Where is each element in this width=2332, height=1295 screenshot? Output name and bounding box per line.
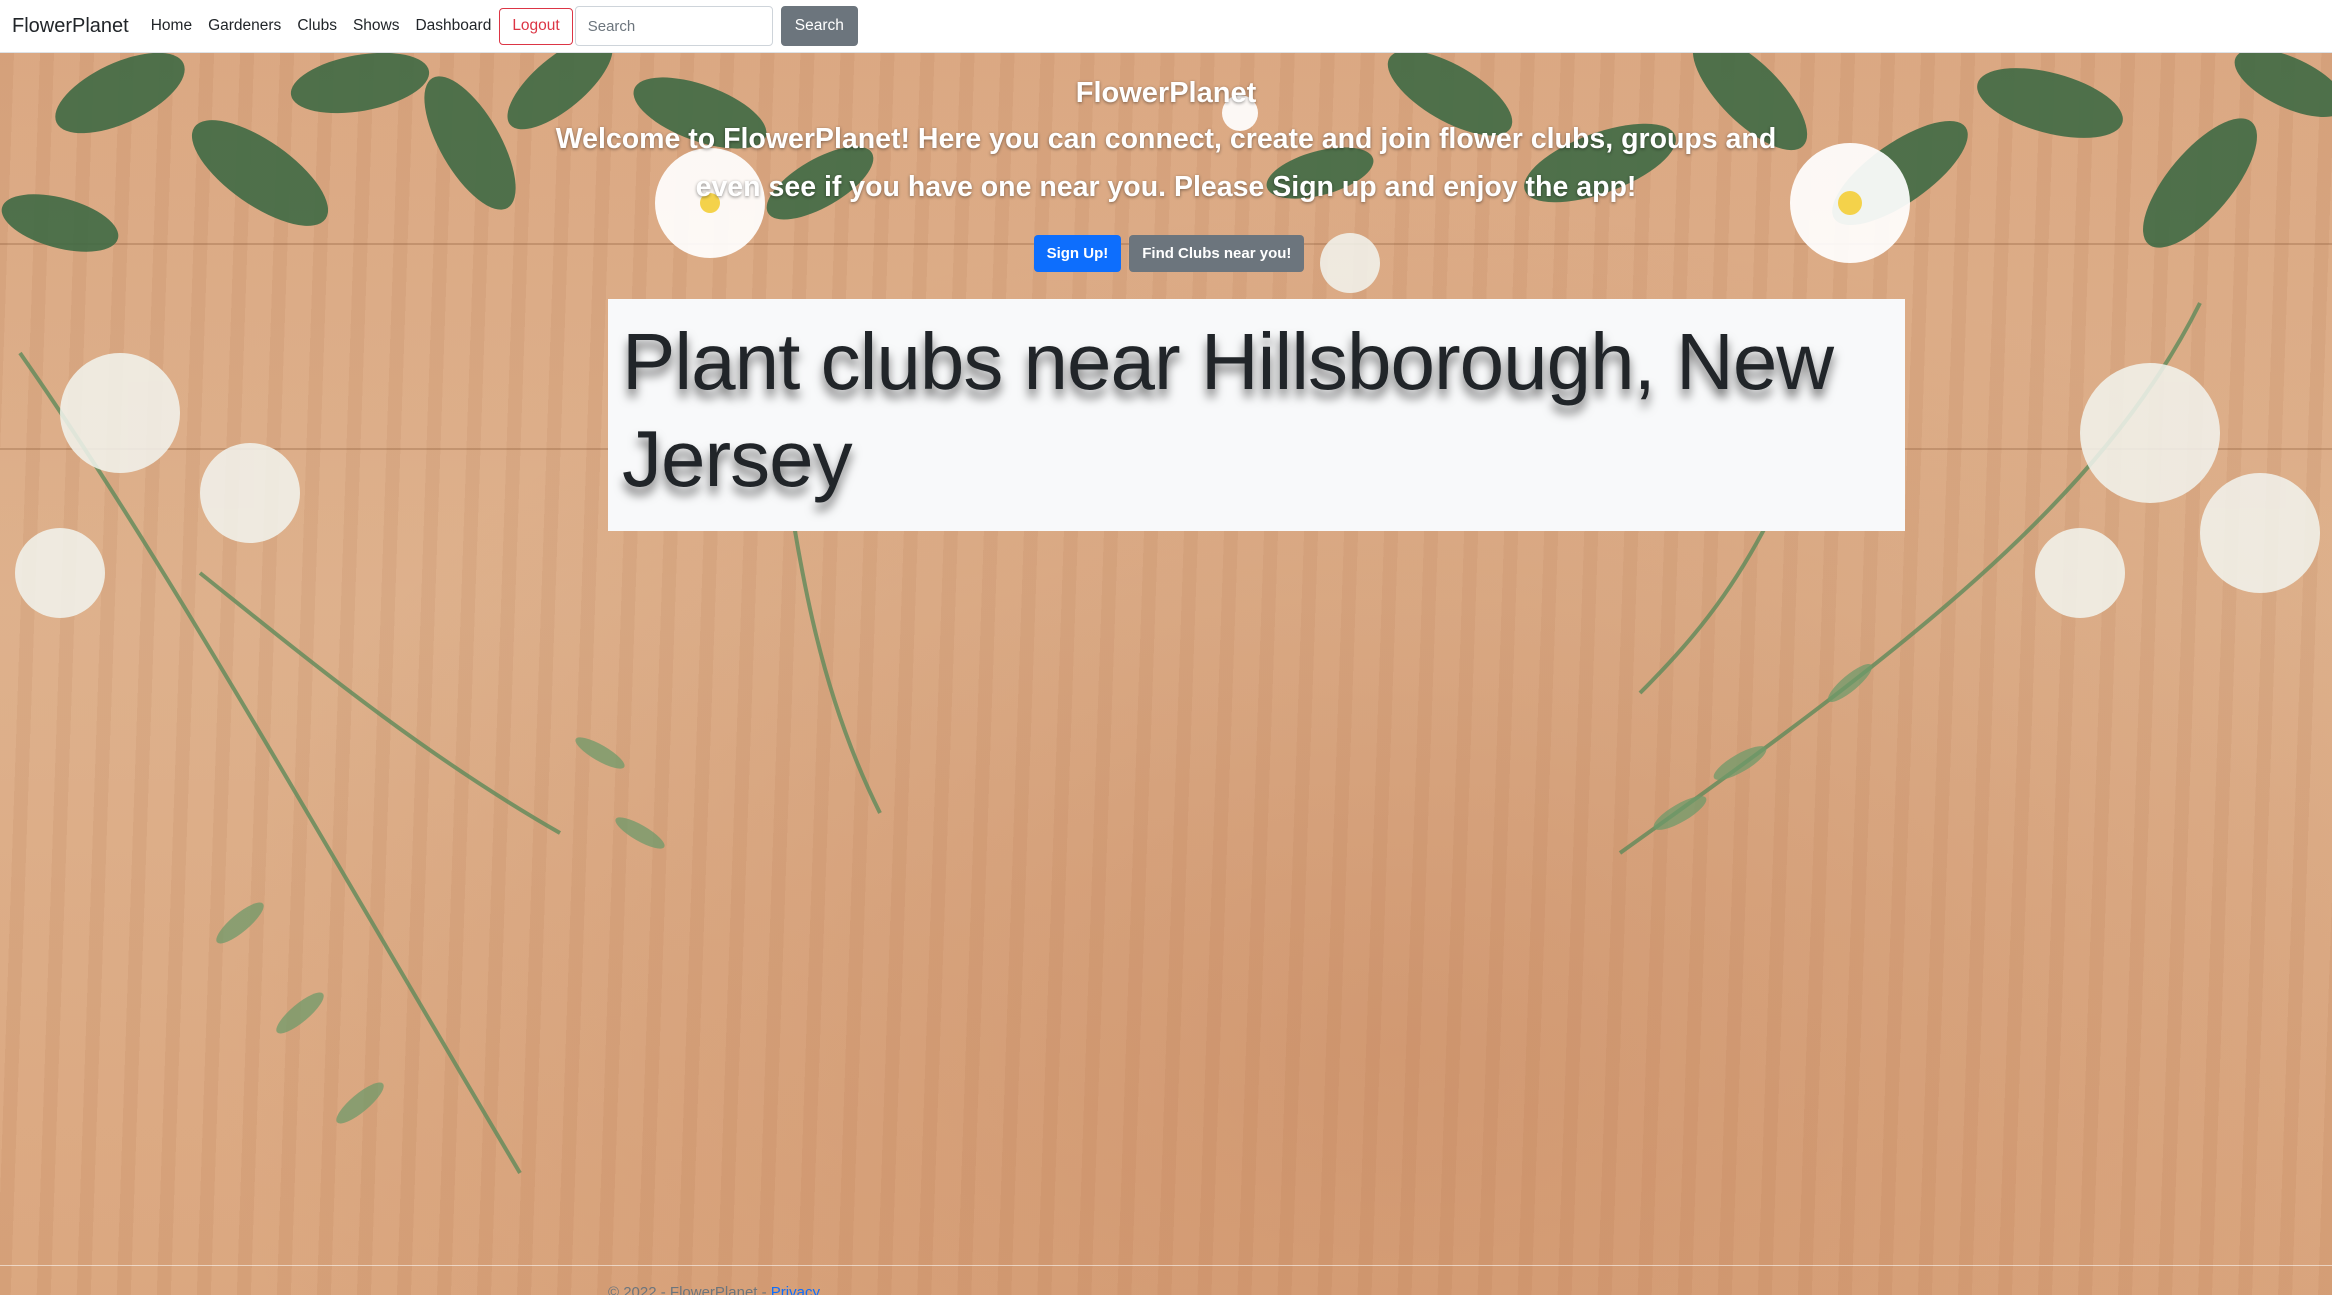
results-heading: Plant clubs near Hillsborough, New Jerse… (622, 317, 1834, 503)
footer-divider (0, 1265, 2332, 1266)
find-clubs-button[interactable]: Find Clubs near you! (1129, 235, 1305, 272)
nav-link-gardeners[interactable]: Gardeners (208, 17, 281, 35)
results-panel: Plant clubs near Hillsborough, New Jerse… (608, 299, 1905, 531)
sign-up-button[interactable]: Sign Up! (1033, 235, 1122, 272)
hero-title: FlowerPlanet (1075, 77, 1257, 109)
logout-button[interactable]: Logout (499, 7, 573, 45)
brand-link[interactable]: FlowerPlanet (12, 15, 129, 38)
privacy-link[interactable]: Privacy (771, 1284, 820, 1295)
top-navbar: FlowerPlanet Home Gardeners Clubs Shows … (0, 0, 2332, 53)
nav-link-dashboard[interactable]: Dashboard (415, 17, 491, 35)
nav-link-home[interactable]: Home (151, 17, 192, 35)
nav-link-clubs[interactable]: Clubs (297, 17, 337, 35)
hero-welcome-text: Welcome to FlowerPlanet! Here you can co… (555, 123, 1777, 203)
search-button[interactable]: Search (780, 6, 858, 46)
footer: © 2022 - FlowerPlanet - Privacy (608, 1284, 820, 1295)
hero-button-group: Sign Up! Find Clubs near you! (0, 235, 2332, 272)
hero-section: FlowerPlanet Welcome to FlowerPlanet! He… (0, 53, 2332, 272)
footer-copyright: © 2022 - FlowerPlanet - (608, 1284, 771, 1295)
nav-link-shows[interactable]: Shows (353, 17, 400, 35)
search-input[interactable] (574, 6, 773, 46)
